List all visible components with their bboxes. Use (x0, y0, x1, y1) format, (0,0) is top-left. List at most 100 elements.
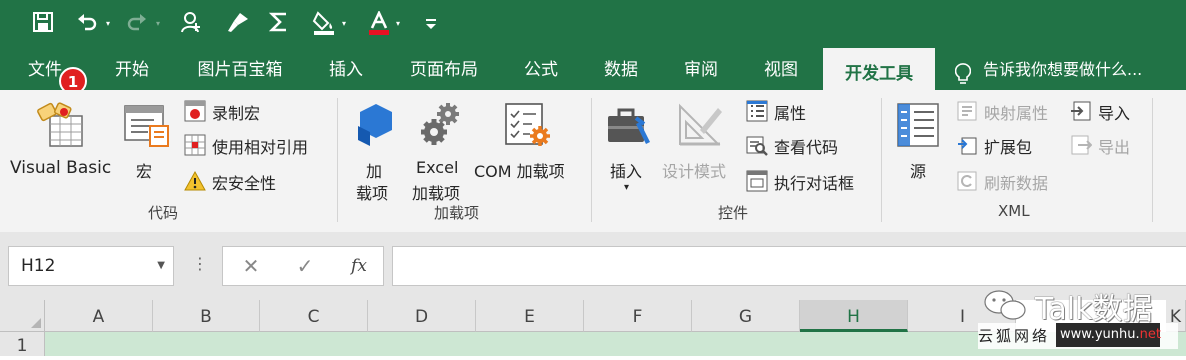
insert-dropdown-icon: ▾ (624, 182, 630, 193)
com-add-ins-label: COM 加载项 (474, 162, 565, 181)
refresh-icon (957, 171, 977, 191)
font-color-icon (369, 11, 389, 35)
group-label-controls: 控件 (718, 204, 749, 222)
save-button[interactable] (28, 7, 58, 35)
formula-buttons: ✕ ✓ fx (222, 246, 384, 286)
view-code-label: 查看代码 (774, 138, 839, 157)
column-header-h[interactable]: H (800, 300, 908, 332)
xml-import-label: 导入 (1098, 104, 1131, 123)
customize-toolbar-button[interactable] (416, 7, 446, 35)
insert-controls-label: 插入 (610, 162, 643, 181)
xml-export-label: 导出 (1098, 138, 1131, 157)
column-header-g[interactable]: G (692, 300, 800, 332)
name-box-dropdown-icon[interactable]: ▼ (157, 260, 165, 271)
design-mode-button[interactable]: 设计模式 (662, 98, 738, 188)
visual-basic-label: Visual Basic (10, 158, 112, 178)
group-separator (337, 98, 338, 222)
quick-access-toolbar: ▾ ▾ ▾ ▾ (0, 0, 1186, 42)
save-icon (33, 12, 53, 32)
map-properties-button[interactable]: 映射属性 (956, 98, 1060, 124)
map-properties-icon (957, 101, 977, 121)
xml-export-button[interactable]: 导出 (1070, 132, 1150, 158)
redo-icon (127, 14, 146, 31)
visual-basic-button[interactable]: Visual Basic (8, 98, 114, 188)
column-header-f[interactable]: F (584, 300, 692, 332)
row-header-1[interactable]: 1 (0, 332, 45, 356)
undo-button[interactable] (72, 7, 102, 35)
design-mode-icon (679, 103, 722, 146)
com-add-ins-button[interactable]: COM 加载项 (474, 98, 582, 188)
column-header-c[interactable]: C (260, 300, 368, 332)
redo-dropdown-icon[interactable]: ▾ (156, 20, 164, 28)
export-icon (1071, 135, 1092, 155)
undo-icon (78, 14, 97, 31)
add-ins-button[interactable]: 加 载项 (346, 98, 402, 203)
record-macro-label: 录制宏 (212, 104, 261, 123)
com-add-ins-icon (505, 103, 550, 146)
xml-import-button[interactable]: 导入 (1070, 98, 1150, 124)
customize-icon (426, 19, 436, 29)
name-box[interactable]: H12 ▼ (8, 246, 174, 286)
excel-add-ins-button[interactable]: Excel 加载项 (410, 98, 468, 203)
refresh-data-button[interactable]: 刷新数据 (956, 168, 1060, 194)
record-macro-button[interactable]: 录制宏 (184, 98, 284, 124)
tab-review[interactable]: 审阅 (668, 42, 734, 90)
format-painter-button[interactable] (222, 7, 252, 35)
properties-icon (746, 100, 768, 122)
run-dialog-button[interactable]: 执行对话框 (746, 168, 870, 194)
undo-dropdown-icon[interactable]: ▾ (106, 20, 114, 28)
xml-source-button[interactable]: 源 (890, 98, 946, 188)
properties-label: 属性 (774, 104, 807, 123)
cancel-button[interactable]: ✕ (231, 247, 271, 285)
sum-icon (268, 12, 286, 32)
column-header-d[interactable]: D (368, 300, 476, 332)
tab-insert[interactable]: 插入 (312, 42, 380, 90)
properties-button[interactable]: 属性 (746, 98, 826, 124)
fill-color-dropdown-icon[interactable]: ▾ (342, 20, 350, 28)
autosum-button[interactable] (264, 7, 294, 35)
resize-handle-icon[interactable]: ⋮ (192, 254, 208, 273)
refresh-data-label: 刷新数据 (984, 174, 1049, 193)
column-header-b[interactable]: B (153, 300, 260, 332)
view-code-button[interactable]: 查看代码 (746, 132, 856, 158)
insert-controls-button[interactable]: 插入 ▾ (600, 98, 656, 198)
expansion-packs-button[interactable]: 扩展包 (956, 132, 1046, 158)
tab-home[interactable]: 开始 (98, 42, 166, 90)
person-add-icon (181, 12, 200, 33)
expansion-packs-icon (958, 137, 977, 155)
tab-data[interactable]: 数据 (588, 42, 654, 90)
lightbulb-icon (955, 63, 971, 84)
macro-security-button[interactable]: 宏安全性 (184, 168, 294, 194)
font-color-button[interactable] (364, 7, 394, 35)
share-person-button[interactable] (176, 7, 206, 35)
ribbon-developer: Visual Basic 宏 录制宏 使用相对引用 宏安全性 代码 加 载项 E… (0, 90, 1186, 233)
tab-formulas[interactable]: 公式 (508, 42, 574, 90)
watermark-site-name: 云狐网络 (978, 327, 1051, 345)
tab-developer[interactable]: 开发工具 (823, 48, 935, 90)
xml-source-icon (897, 103, 939, 147)
fill-color-button[interactable] (308, 7, 338, 35)
select-all-button[interactable] (0, 300, 45, 332)
font-color-dropdown-icon[interactable]: ▾ (396, 20, 404, 28)
column-header-e[interactable]: E (476, 300, 584, 332)
group-separator (881, 98, 882, 222)
macros-button[interactable]: 宏 (120, 98, 174, 188)
view-code-icon (746, 136, 768, 156)
excel-add-ins-label-line1: Excel (416, 158, 459, 177)
excel-add-ins-label-line2: 加载项 (412, 184, 461, 203)
redo-button[interactable] (122, 7, 152, 35)
group-separator (1152, 98, 1153, 222)
macro-security-label: 宏安全性 (212, 174, 277, 193)
expansion-packs-label: 扩展包 (984, 138, 1033, 157)
tab-picture-toolbox[interactable]: 图片百宝箱 (182, 42, 298, 90)
column-header-a[interactable]: A (45, 300, 153, 332)
wechat-icon (984, 290, 1026, 320)
tab-view[interactable]: 视图 (748, 42, 814, 90)
tab-page-layout[interactable]: 页面布局 (396, 42, 492, 90)
enter-button[interactable]: ✓ (285, 247, 325, 285)
record-macro-icon (184, 100, 206, 122)
relative-reference-button[interactable]: 使用相对引用 (184, 132, 324, 158)
watermark-site-url: www.yunhu.net (1056, 323, 1161, 347)
group-separator (591, 98, 592, 222)
insert-function-button[interactable]: fx (339, 247, 379, 285)
